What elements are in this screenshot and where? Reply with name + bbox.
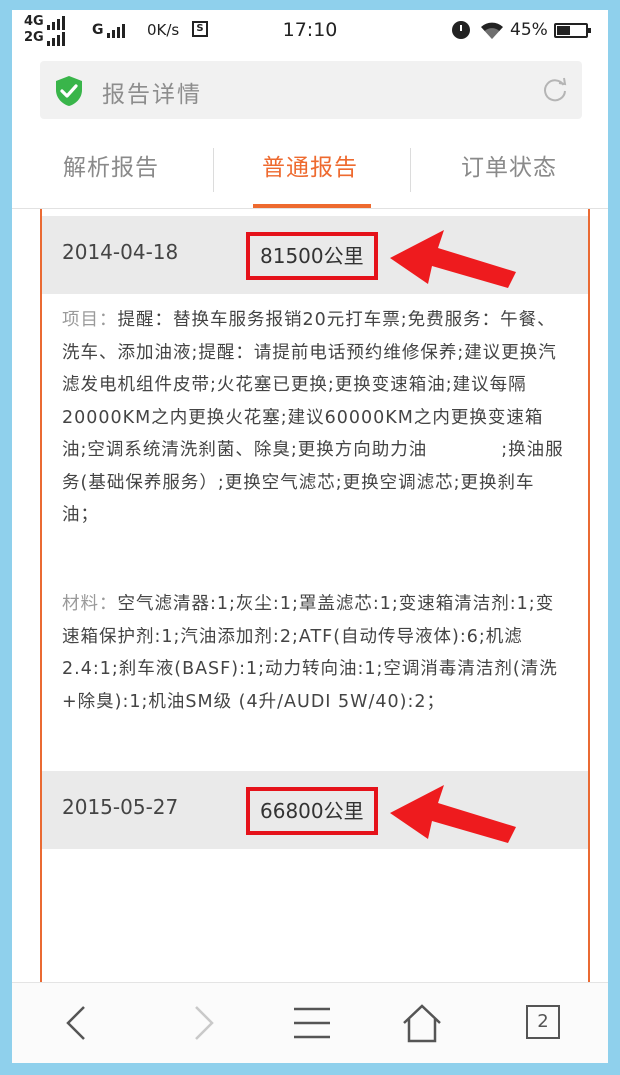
alarm-icon — [452, 21, 470, 39]
browser-nav-bar: 2 — [12, 982, 608, 1063]
record-items: 项目：提醒：替换车服务报销20元打车票;免费服务：午餐、洗车、添加油液;提醒：请… — [62, 304, 568, 532]
record-materials: 材料：空气滤清器:1;灰尘:1;罩盖滤芯:1;变速箱清洁剂:1;变速箱保护剂:1… — [62, 588, 568, 718]
battery-percent: 45% — [510, 20, 548, 40]
maintenance-record-list: 2014-04-18 81500公里 项目：提醒：替换车服务报销20元打车票;免… — [40, 209, 590, 1009]
tabs-icon[interactable]: 2 — [526, 1005, 560, 1039]
materials-text: 空气滤清器:1;灰尘:1;罩盖滤芯:1;变速箱清洁剂:1;变速箱保护剂:1;汽油… — [62, 594, 558, 712]
phone-screen: 4G 2G G 0K/s S 17:10 45% 报告详情 解析报告 普通报告 … — [12, 10, 608, 1063]
report-tabs: 解析报告 普通报告 订单状态 — [12, 132, 608, 209]
address-bar[interactable]: 报告详情 — [40, 61, 582, 119]
materials-label: 材料： — [62, 594, 118, 614]
record-mileage-highlight: 66800公里 — [246, 787, 378, 835]
forward-icon[interactable] — [180, 1001, 224, 1045]
record-header: 2015-05-27 66800公里 — [42, 771, 588, 849]
record-mileage-highlight: 81500公里 — [246, 232, 378, 280]
reload-icon[interactable] — [542, 77, 568, 103]
items-label: 项目： — [62, 310, 118, 330]
status-bar: 4G 2G G 0K/s S 17:10 45% — [12, 10, 608, 54]
tab-normal-report[interactable]: 普通报告 — [211, 132, 409, 208]
items-text: 提醒：替换车服务报销20元打车票;免费服务：午餐、洗车、添加油液;提醒：请提前电… — [62, 310, 564, 525]
back-icon[interactable] — [54, 1001, 98, 1045]
menu-icon[interactable] — [290, 1001, 334, 1045]
page-title: 报告详情 — [102, 82, 202, 108]
home-icon[interactable] — [400, 1001, 444, 1045]
shield-check-icon — [56, 76, 82, 106]
record-header: 2014-04-18 81500公里 — [42, 216, 588, 294]
red-arrow-icon — [390, 785, 516, 843]
tab-analysis-report[interactable]: 解析报告 — [12, 132, 210, 208]
wifi-icon — [481, 22, 503, 39]
record-date: 2015-05-27 — [62, 795, 179, 819]
battery-icon — [554, 23, 591, 38]
tab-order-status[interactable]: 订单状态 — [410, 132, 608, 208]
record-date: 2014-04-18 — [62, 240, 179, 264]
red-arrow-icon — [390, 230, 516, 288]
